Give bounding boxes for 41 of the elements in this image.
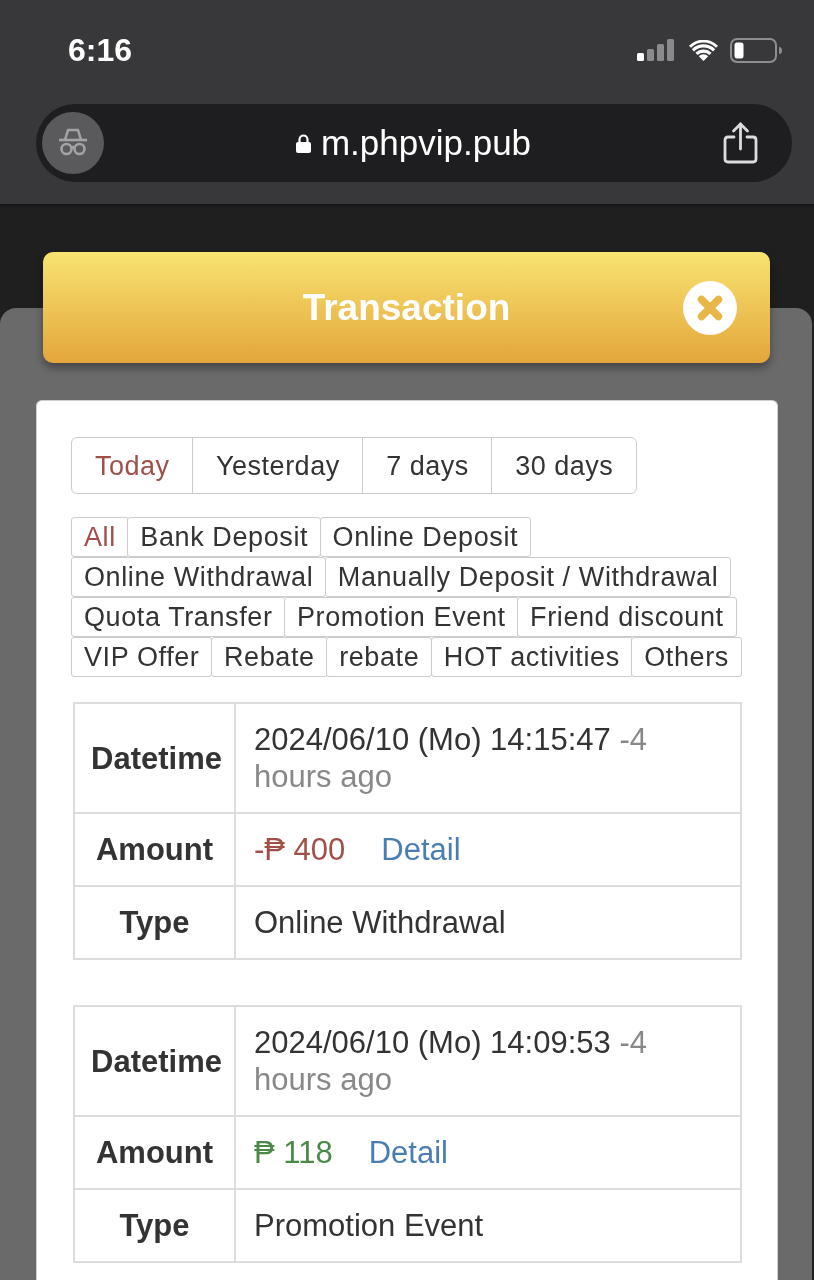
category-filter[interactable]: Online Withdrawal bbox=[71, 557, 327, 597]
row-header: Amount bbox=[74, 813, 235, 886]
datetime-text: 2024/06/10 (Mo) 14:15:47 -4 hours ago bbox=[235, 703, 741, 813]
category-filter[interactable]: Online Deposit bbox=[319, 517, 532, 557]
amount-text: -₱ 400 bbox=[254, 832, 346, 867]
table-cell: Online Withdrawal bbox=[235, 886, 741, 959]
url-text: m.phpvip.pub bbox=[320, 122, 532, 164]
date-tab[interactable]: 30 days bbox=[491, 437, 638, 494]
row-header: Type bbox=[74, 886, 235, 959]
row-header: Type bbox=[74, 1189, 235, 1262]
status-time: 6:16 bbox=[68, 32, 133, 68]
incognito-icon[interactable] bbox=[42, 112, 104, 174]
category-filter[interactable]: Promotion Event bbox=[284, 597, 519, 637]
category-filter[interactable]: VIP Offer bbox=[71, 637, 213, 677]
amount-text: ₱ 118 bbox=[254, 1135, 333, 1170]
detail-link[interactable]: Detail bbox=[368, 1135, 448, 1170]
category-filter[interactable]: Friend discount bbox=[517, 597, 737, 637]
lock-icon bbox=[295, 133, 311, 153]
date-tab[interactable]: 7 days bbox=[362, 437, 493, 494]
category-filter[interactable]: Quota Transfer bbox=[71, 597, 286, 637]
row-header: Datetime bbox=[74, 1006, 235, 1116]
share-icon[interactable] bbox=[723, 122, 758, 164]
category-filter[interactable]: Manually Deposit / Withdrawal bbox=[324, 557, 732, 597]
category-filter[interactable]: Bank Deposit bbox=[127, 517, 322, 557]
signal-icon bbox=[637, 39, 674, 61]
category-filter[interactable]: All bbox=[71, 517, 129, 557]
datetime-text: 2024/06/10 (Mo) 14:09:53 -4 hours ago bbox=[235, 1006, 741, 1116]
category-filter[interactable]: Others bbox=[631, 637, 742, 677]
category-filter[interactable]: HOT activities bbox=[430, 637, 633, 677]
table-cell: Promotion Event bbox=[235, 1189, 741, 1262]
wifi-icon bbox=[689, 39, 718, 61]
date-tab[interactable]: Today bbox=[71, 437, 194, 494]
battery-icon bbox=[730, 37, 782, 63]
date-tab[interactable]: Yesterday bbox=[192, 437, 364, 494]
row-header: Amount bbox=[74, 1116, 235, 1189]
category-filter[interactable]: rebate bbox=[326, 637, 433, 677]
detail-link[interactable]: Detail bbox=[381, 832, 461, 867]
address-bar[interactable]: m.phpvip.pub bbox=[36, 104, 792, 182]
modal-title: Transaction bbox=[302, 285, 511, 330]
row-header: Datetime bbox=[74, 703, 235, 813]
category-filter[interactable]: Rebate bbox=[210, 637, 328, 677]
